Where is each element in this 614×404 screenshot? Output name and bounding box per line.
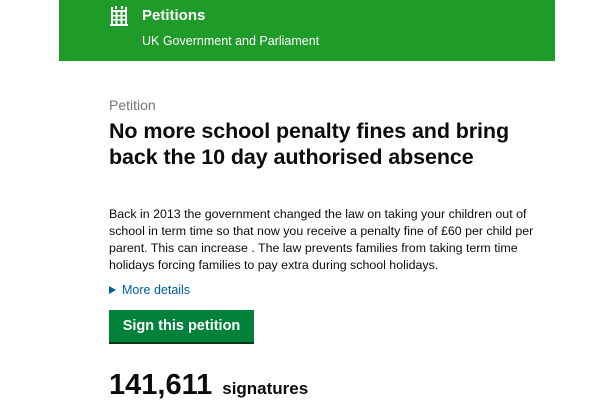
signature-count-value: 141,611 xyxy=(109,369,213,401)
portcullis-icon[interactable] xyxy=(108,5,130,27)
site-header: Petitions UK Government and Parliament xyxy=(59,0,555,61)
more-details-label: More details xyxy=(122,283,191,297)
signature-count-label: signatures xyxy=(222,379,309,398)
sign-petition-button[interactable]: Sign this petition xyxy=(109,310,254,344)
petition-title: No more school penalty fines and bring b… xyxy=(109,119,509,169)
signature-count: 141,611 signatures xyxy=(109,368,308,402)
page-eyebrow: Petition xyxy=(109,97,156,113)
more-details-link[interactable]: More details xyxy=(109,282,190,298)
disclosure-triangle-icon xyxy=(109,286,116,294)
site-subtitle: UK Government and Parliament xyxy=(142,34,320,48)
site-name[interactable]: Petitions xyxy=(142,7,205,25)
petition-summary: Back in 2013 the government changed the … xyxy=(109,207,534,272)
